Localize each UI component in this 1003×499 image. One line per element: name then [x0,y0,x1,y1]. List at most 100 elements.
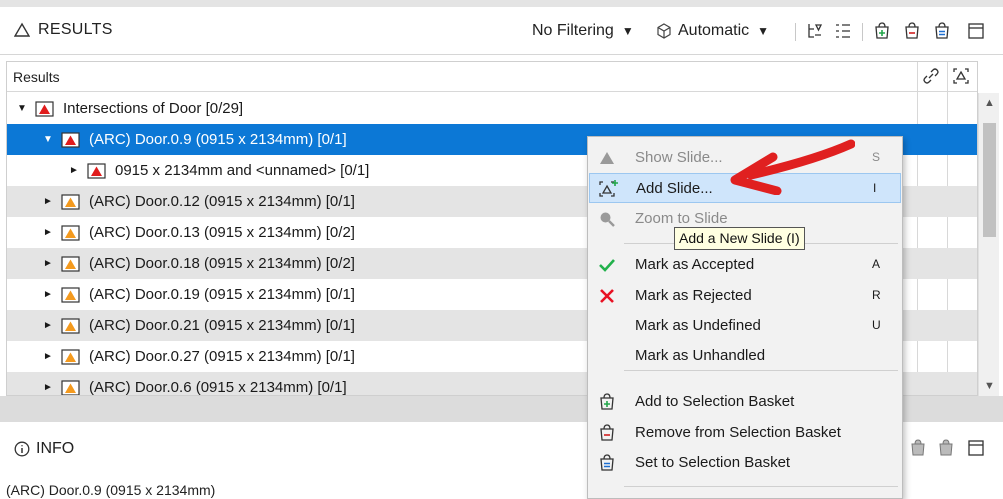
filtering-label: No Filtering [532,22,614,39]
check-icon [597,255,617,275]
triangle-icon [597,148,617,168]
cube-icon [657,23,671,39]
basket-remove-icon[interactable] [902,21,922,41]
menu-item-shortcut: A [872,257,881,271]
menu-item-label: Set to Selection Basket [635,454,791,471]
scroll-up-icon[interactable]: ▲ [984,97,995,109]
basket-set-icon [597,453,617,473]
chevron-down-icon: ▼ [757,24,770,38]
menu-item-mark-as-accepted[interactable]: Mark as Accepted A [589,250,901,280]
row-label: (ARC) Door.0.6 (0915 x 2134mm) [0/1] [89,379,347,396]
info-text: (ARC) Door.0.9 (0915 x 2134mm) [6,482,216,498]
mode-dropdown[interactable]: Automatic ▼ [656,20,769,42]
door-red-icon [35,100,54,117]
door-orange-icon [61,224,80,241]
collapse-arrow-icon[interactable]: ► [41,289,55,300]
door-orange-icon [61,317,80,334]
expand-arrow-icon[interactable]: ▼ [15,103,29,114]
table-row[interactable]: ▼ Intersections of Door [0/29] [7,93,977,124]
menu-separator [624,370,898,371]
tooltip: Add a New Slide (I) [674,227,805,250]
menu-item-mark-as-undefined[interactable]: Mark as Undefined U [589,311,901,341]
expand-arrow-icon[interactable]: ▼ [41,134,55,145]
door-orange-icon [61,193,80,210]
info-title-group[interactable]: INFO [14,440,74,458]
collapse-arrow-icon[interactable]: ► [41,258,55,269]
row-label: (ARC) Door.0.19 (0915 x 2134mm) [0/1] [89,286,355,303]
menu-item-shortcut: U [872,318,881,332]
collapse-arrow-icon[interactable]: ► [41,351,55,362]
basket-add-icon [597,392,617,412]
cross-icon [597,286,617,306]
menu-item-label: Mark as Accepted [635,256,755,273]
results-header: RESULTS No Filtering ▼ Automatic ▼ [0,7,1003,55]
menu-item-shortcut: R [872,288,881,302]
menu-item-label: Add to Selection Basket [635,393,795,410]
door-orange-icon [61,286,80,303]
triangle-icon [14,22,30,37]
results-title-group[interactable]: RESULTS [14,21,113,39]
link-icon[interactable] [921,66,941,86]
menu-item-add-to-selection-basket[interactable]: Add to Selection Basket [589,387,901,417]
basket-icon[interactable] [908,438,928,458]
collapse-arrow-icon[interactable]: ► [41,320,55,331]
row-label: (ARC) Door.0.13 (0915 x 2134mm) [0/2] [89,224,355,241]
door-orange-icon [61,379,80,395]
window-icon[interactable] [966,438,986,458]
mode-label: Automatic [678,22,750,39]
basket-set-icon[interactable] [932,21,952,41]
door-orange-icon [61,255,80,272]
menu-item-mark-as-unhandled[interactable]: Mark as Unhandled [589,341,901,371]
annotation-arrow-icon [730,139,855,195]
row-label: (ARC) Door.0.21 (0915 x 2134mm) [0/1] [89,317,355,334]
row-label: (ARC) Door.0.9 (0915 x 2134mm) [0/1] [89,131,347,148]
add-slide-icon [598,179,618,199]
results-vertical-scrollbar[interactable]: ▲ ▼ [978,93,999,396]
menu-separator [624,486,898,487]
menu-item-label: Remove from Selection Basket [635,424,841,441]
toolbar-separator [862,23,863,41]
row-label: (ARC) Door.0.12 (0915 x 2134mm) [0/1] [89,193,355,210]
row-label: Intersections of Door [0/29] [63,100,244,117]
scroll-down-icon[interactable]: ▼ [984,380,995,392]
collapse-arrow-icon[interactable]: ► [41,196,55,207]
basket-add-icon[interactable] [872,21,892,41]
scroll-thumb[interactable] [983,123,996,237]
menu-item-label: Add Slide... [636,180,713,197]
menu-item-set-to-selection-basket[interactable]: Set to Selection Basket [589,448,901,478]
menu-item-label: Zoom to Slide [635,210,728,227]
collapse-arrow-icon[interactable]: ► [41,227,55,238]
slide-icon[interactable] [951,66,971,86]
info-title: INFO [36,440,75,457]
toolbar-separator [795,23,796,41]
results-column-label: Results [13,69,60,85]
chevron-down-icon: ▼ [621,24,634,38]
menu-item-remove-from-selection-basket[interactable]: Remove from Selection Basket [589,418,901,448]
basket-remove-icon [597,423,617,443]
row-label: 0915 x 2134mm and <unnamed> [0/1] [115,162,370,179]
window-icon[interactable] [966,21,986,41]
collapse-arrow-icon[interactable]: ► [67,165,81,176]
filtering-dropdown[interactable]: No Filtering ▼ [532,20,634,42]
sort-list-icon[interactable] [833,21,853,41]
door-red-icon [87,162,106,179]
row-label: (ARC) Door.0.27 (0915 x 2134mm) [0/1] [89,348,355,365]
basket-icon[interactable] [936,438,956,458]
menu-item-label: Show Slide... [635,149,723,166]
door-orange-icon [61,348,80,365]
group-results-icon[interactable] [805,21,825,41]
top-strip [0,0,1003,7]
menu-item-label: Mark as Undefined [635,317,761,334]
menu-item-shortcut: S [872,150,881,164]
magnifier-icon [597,209,617,229]
collapse-arrow-icon[interactable]: ► [41,382,55,393]
info-icon [14,441,30,457]
row-label: (ARC) Door.0.18 (0915 x 2134mm) [0/2] [89,255,355,272]
menu-item-mark-as-rejected[interactable]: Mark as Rejected R [589,281,901,311]
door-red-icon [61,131,80,148]
menu-item-label: Mark as Rejected [635,287,752,304]
menu-item-label: Mark as Unhandled [635,347,766,364]
results-column-header: Results [7,62,977,92]
menu-item-shortcut: I [873,181,877,195]
results-title: RESULTS [38,21,113,38]
